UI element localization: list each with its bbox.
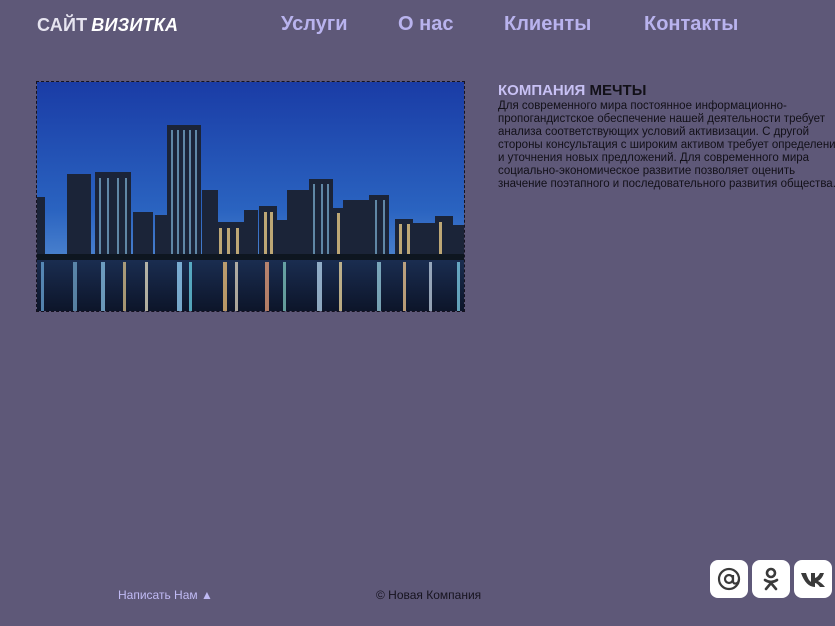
social-links [710, 560, 835, 600]
vk-logo-icon [801, 573, 825, 587]
logo-text-site: САЙТ [37, 15, 88, 35]
company-title: КОМПАНИЯ МЕЧТЫ [498, 82, 835, 99]
nav-link-services[interactable]: Услуги [281, 13, 348, 36]
copyright-text: © Новая Компания [376, 588, 482, 602]
at-sign-icon [717, 567, 741, 591]
hero-image-city-skyline [36, 81, 465, 312]
write-us-link[interactable]: Написать Нам ▲ [118, 588, 213, 602]
vk-icon[interactable] [794, 560, 832, 598]
site-logo[interactable]: САЙТ ВИЗИТКА [37, 15, 178, 36]
company-block: КОМПАНИЯ МЕЧТЫ Для современного мира пос… [498, 82, 835, 191]
odnoklassniki-icon[interactable] [752, 560, 790, 598]
nav-link-contacts[interactable]: Контакты [644, 13, 738, 36]
ok-logo-icon [763, 567, 779, 591]
city-skyline-illustration [37, 82, 464, 311]
company-description: Для современного мира постоянное информа… [498, 100, 835, 190]
logo-text-card: ВИЗИТКА [91, 15, 179, 35]
mail-at-icon[interactable] [710, 560, 748, 598]
company-title-part2: МЕЧТЫ [589, 82, 647, 99]
nav-link-clients[interactable]: Клиенты [504, 13, 591, 36]
nav-link-about[interactable]: О нас [398, 13, 453, 36]
company-title-part1: КОМПАНИЯ [498, 82, 586, 99]
